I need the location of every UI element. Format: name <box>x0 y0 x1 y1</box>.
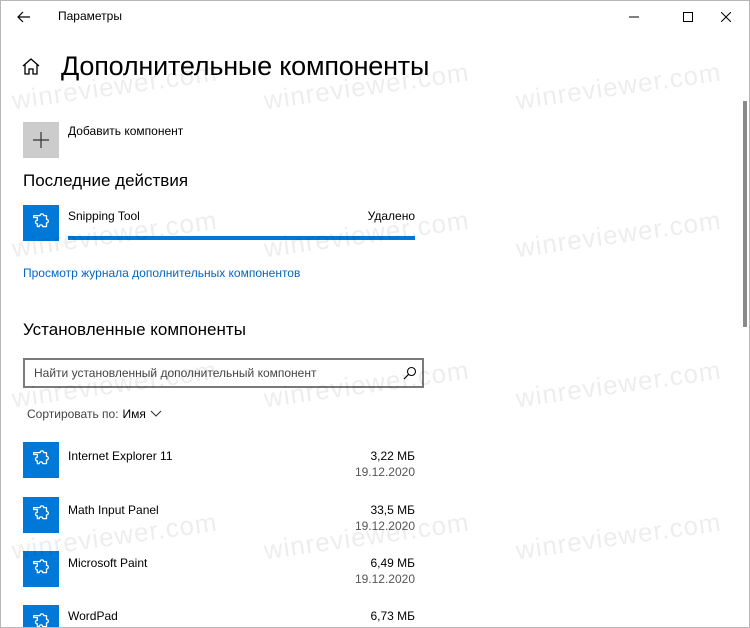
arrow-left-icon <box>17 11 30 23</box>
list-item-size: 6,49 МБ <box>370 556 415 570</box>
plus-icon <box>33 132 49 148</box>
list-item-tile[interactable] <box>23 605 59 627</box>
scrollbar[interactable] <box>743 101 747 327</box>
list-item-size: 3,22 МБ <box>370 449 415 463</box>
search-input[interactable] <box>25 360 404 386</box>
list-item-tile[interactable] <box>23 442 59 478</box>
puzzle-piece-icon <box>33 450 49 465</box>
home-button[interactable] <box>21 57 41 77</box>
list-item-name[interactable]: Microsoft Paint <box>68 556 147 570</box>
maximize-icon <box>683 12 693 22</box>
watermark: winreviewer.com <box>513 56 724 116</box>
add-component-button[interactable] <box>23 122 59 158</box>
history-link[interactable]: Просмотр журнала дополнительных компонен… <box>23 266 300 280</box>
puzzle-piece-icon <box>33 505 49 520</box>
watermark: winreviewer.com <box>513 204 724 264</box>
watermark: winreviewer.com <box>513 506 724 566</box>
search-box <box>23 358 424 388</box>
watermark: winreviewer.com <box>513 354 724 414</box>
list-item-date: 19.12.2020 <box>354 465 415 479</box>
puzzle-piece-icon <box>33 213 49 228</box>
list-item-name[interactable]: Math Input Panel <box>68 503 159 517</box>
recent-item-name: Snipping Tool <box>68 209 140 223</box>
list-item-tile[interactable] <box>23 497 59 533</box>
minimize-icon <box>629 16 639 18</box>
search-icon[interactable] <box>403 366 417 380</box>
list-item-date: 19.12.2020 <box>354 572 415 586</box>
list-item-size: 33,5 МБ <box>370 503 415 517</box>
sort-control[interactable]: Сортировать по: Имя <box>27 407 162 421</box>
progress-fill <box>68 236 415 240</box>
page-title: Дополнительные компоненты <box>61 51 430 81</box>
sort-label: Сортировать по: <box>27 407 119 421</box>
recent-item-progress <box>68 236 415 240</box>
list-item-tile[interactable] <box>23 551 59 587</box>
list-item-date: 19.12.2020 <box>354 519 415 533</box>
recent-item-status: Удалено <box>367 209 415 223</box>
sort-value[interactable]: Имя <box>123 407 146 421</box>
settings-window: Параметры Дополнительные компоненты Доба… <box>0 0 750 628</box>
minimize-button[interactable] <box>611 1 657 33</box>
close-button[interactable] <box>703 1 749 33</box>
list-item-size: 6,73 МБ <box>370 609 415 623</box>
close-icon <box>721 12 731 22</box>
title-bar: Параметры <box>1 1 749 33</box>
home-icon <box>22 58 40 75</box>
list-item-name[interactable]: WordPad <box>68 609 118 623</box>
recent-item-tile <box>23 205 59 241</box>
list-item-name[interactable]: Internet Explorer 11 <box>68 449 173 463</box>
installed-components-heading: Установленные компоненты <box>23 320 246 339</box>
recent-actions-heading: Последние действия <box>23 171 189 190</box>
chevron-down-icon[interactable] <box>150 410 162 418</box>
back-button[interactable] <box>9 3 39 31</box>
puzzle-piece-icon <box>33 559 49 574</box>
add-component-label[interactable]: Добавить компонент <box>68 124 183 138</box>
window-title: Параметры <box>58 9 122 23</box>
puzzle-piece-icon <box>33 613 49 627</box>
